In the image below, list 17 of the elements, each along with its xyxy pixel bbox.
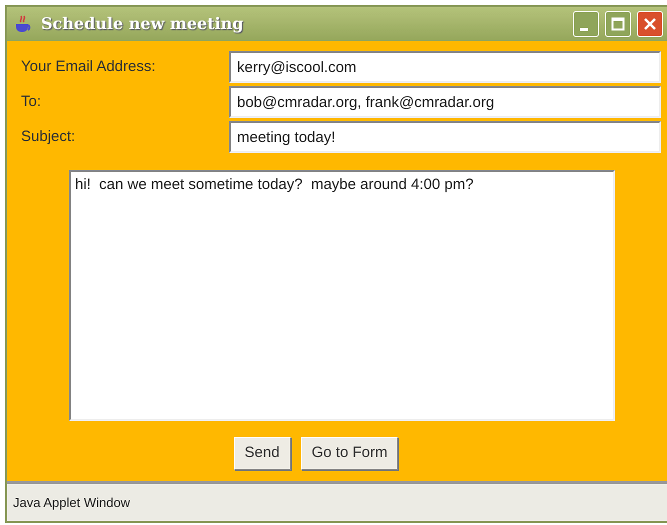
window-title: Schedule new meeting xyxy=(41,13,244,35)
minimize-icon xyxy=(580,28,588,30)
text-field[interactable]: meeting today! xyxy=(229,121,661,153)
send-button[interactable]: Send xyxy=(234,437,291,470)
minimize-button[interactable] xyxy=(573,11,599,37)
form-button[interactable]: Go to Form xyxy=(300,437,398,470)
maximize-icon xyxy=(611,17,625,31)
field-label: To: xyxy=(21,92,42,112)
close-button[interactable] xyxy=(637,11,663,37)
maximize-button[interactable] xyxy=(605,11,631,37)
text-field[interactable]: kerry@iscool.com xyxy=(229,51,661,83)
text-field[interactable]: bob@cmradar.org, frank@cmradar.org xyxy=(229,86,661,118)
field-label: Your Email Address: xyxy=(21,56,157,77)
close-icon xyxy=(643,17,657,31)
message-field[interactable]: hi! can we meet sometime today? maybe around 4:00 pm? xyxy=(69,170,615,421)
field-label: Subject: xyxy=(21,126,76,147)
status-bar: Java Applet Window xyxy=(7,481,667,521)
